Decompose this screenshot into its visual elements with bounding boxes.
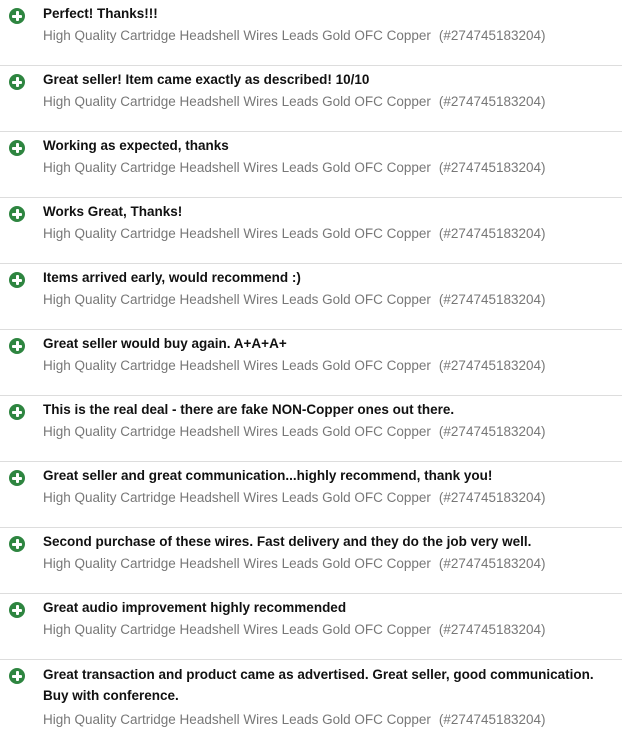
feedback-item[interactable]: High Quality Cartridge Headshell Wires L…: [43, 291, 546, 309]
feedback-comment: Great seller would buy again. A+A+A+: [43, 336, 287, 351]
plus-circle-icon: [9, 470, 25, 486]
feedback-row: Great audio improvement highly recommend…: [0, 594, 622, 660]
item-title[interactable]: High Quality Cartridge Headshell Wires L…: [43, 358, 431, 373]
feedback-item[interactable]: High Quality Cartridge Headshell Wires L…: [43, 555, 546, 573]
feedback-comment: Great seller! Item came exactly as descr…: [43, 72, 370, 87]
item-number[interactable]: (#274745183204): [439, 490, 546, 505]
item-title[interactable]: High Quality Cartridge Headshell Wires L…: [43, 226, 431, 241]
feedback-comment: Working as expected, thanks: [43, 138, 229, 153]
feedback-comment: Great audio improvement highly recommend…: [43, 600, 347, 615]
feedback-row: Second purchase of these wires. Fast del…: [0, 528, 622, 594]
item-title[interactable]: High Quality Cartridge Headshell Wires L…: [43, 490, 431, 505]
feedback-list: Perfect! Thanks!!! High Quality Cartridg…: [0, 0, 622, 746]
plus-circle-icon: [9, 8, 25, 24]
feedback-item[interactable]: High Quality Cartridge Headshell Wires L…: [43, 27, 546, 45]
item-number[interactable]: (#274745183204): [439, 556, 546, 571]
plus-circle-icon: [9, 140, 25, 156]
feedback-item[interactable]: High Quality Cartridge Headshell Wires L…: [43, 93, 546, 111]
feedback-comment: Works Great, Thanks!: [43, 204, 183, 219]
feedback-item[interactable]: High Quality Cartridge Headshell Wires L…: [43, 159, 546, 177]
feedback-row: Great seller would buy again. A+A+A+ Hig…: [0, 330, 622, 396]
feedback-comment: Perfect! Thanks!!!: [43, 6, 158, 21]
feedback-item[interactable]: High Quality Cartridge Headshell Wires L…: [43, 711, 546, 729]
feedback-comment: This is the real deal - there are fake N…: [43, 402, 455, 417]
feedback-row: Working as expected, thanks High Quality…: [0, 132, 622, 198]
feedback-comment: Great transaction and product came as ad…: [43, 667, 594, 703]
feedback-row: Great seller and great communication...h…: [0, 462, 622, 528]
plus-circle-icon: [9, 338, 25, 354]
item-title[interactable]: High Quality Cartridge Headshell Wires L…: [43, 292, 431, 307]
item-number[interactable]: (#274745183204): [439, 94, 546, 109]
item-title[interactable]: High Quality Cartridge Headshell Wires L…: [43, 712, 431, 727]
plus-circle-icon: [9, 206, 25, 222]
item-title[interactable]: High Quality Cartridge Headshell Wires L…: [43, 94, 431, 109]
feedback-comment: Second purchase of these wires. Fast del…: [43, 534, 532, 549]
feedback-item[interactable]: High Quality Cartridge Headshell Wires L…: [43, 225, 546, 243]
feedback-row: Perfect! Thanks!!! High Quality Cartridg…: [0, 0, 622, 66]
plus-circle-icon: [9, 272, 25, 288]
item-title[interactable]: High Quality Cartridge Headshell Wires L…: [43, 160, 431, 175]
feedback-item[interactable]: High Quality Cartridge Headshell Wires L…: [43, 489, 546, 507]
item-title[interactable]: High Quality Cartridge Headshell Wires L…: [43, 28, 431, 43]
item-number[interactable]: (#274745183204): [439, 622, 546, 637]
feedback-comment: Great seller and great communication...h…: [43, 468, 493, 483]
feedback-row: This is the real deal - there are fake N…: [0, 396, 622, 462]
plus-circle-icon: [9, 404, 25, 420]
item-number[interactable]: (#274745183204): [439, 712, 546, 727]
item-number[interactable]: (#274745183204): [439, 358, 546, 373]
plus-circle-icon: [9, 602, 25, 618]
feedback-row: Great transaction and product came as ad…: [0, 660, 622, 746]
item-title[interactable]: High Quality Cartridge Headshell Wires L…: [43, 424, 431, 439]
feedback-comment: Items arrived early, would recommend :): [43, 270, 301, 285]
feedback-item[interactable]: High Quality Cartridge Headshell Wires L…: [43, 423, 546, 441]
feedback-item[interactable]: High Quality Cartridge Headshell Wires L…: [43, 357, 546, 375]
feedback-row: Great seller! Item came exactly as descr…: [0, 66, 622, 132]
item-number[interactable]: (#274745183204): [439, 28, 546, 43]
plus-circle-icon: [9, 74, 25, 90]
plus-circle-icon: [9, 536, 25, 552]
plus-circle-icon: [9, 668, 25, 684]
feedback-row: Items arrived early, would recommend :) …: [0, 264, 622, 330]
feedback-row: Works Great, Thanks! High Quality Cartri…: [0, 198, 622, 264]
item-title[interactable]: High Quality Cartridge Headshell Wires L…: [43, 556, 431, 571]
feedback-item[interactable]: High Quality Cartridge Headshell Wires L…: [43, 621, 546, 639]
item-number[interactable]: (#274745183204): [439, 424, 546, 439]
item-number[interactable]: (#274745183204): [439, 226, 546, 241]
item-title[interactable]: High Quality Cartridge Headshell Wires L…: [43, 622, 431, 637]
item-number[interactable]: (#274745183204): [439, 160, 546, 175]
item-number[interactable]: (#274745183204): [439, 292, 546, 307]
